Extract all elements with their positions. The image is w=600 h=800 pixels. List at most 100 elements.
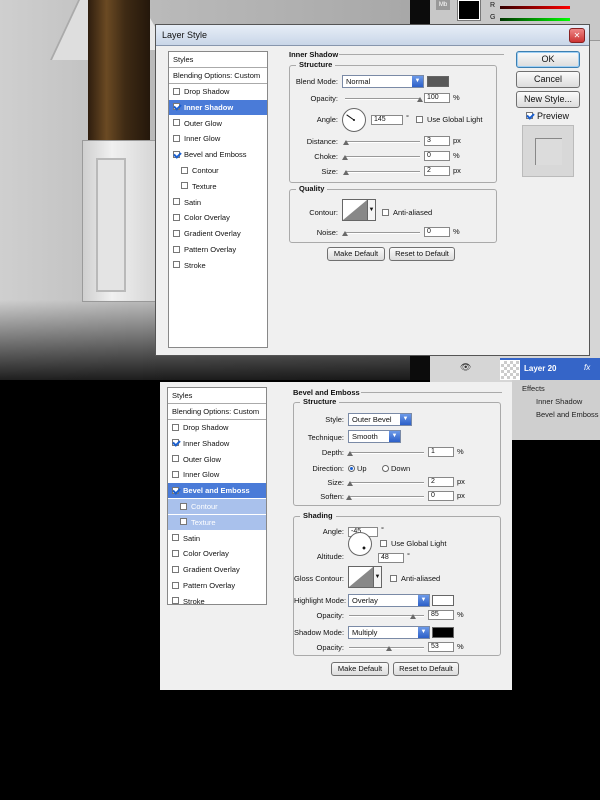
- style-item-drop-shadow[interactable]: Drop Shadow: [168, 420, 266, 435]
- style-item-bevel-and-emboss[interactable]: Bevel and Emboss: [168, 483, 266, 499]
- checkbox-icon[interactable]: [173, 213, 180, 221]
- highlight-opacity-input[interactable]: 85: [428, 610, 454, 620]
- distance-slider-track[interactable]: [345, 141, 420, 143]
- style-item-pattern-overlay[interactable]: Pattern Overlay: [168, 578, 266, 593]
- layer-visibility-eye-icon[interactable]: 👁: [460, 362, 471, 373]
- size-slider-thumb[interactable]: [346, 481, 353, 486]
- checkbox-icon[interactable]: [173, 198, 180, 206]
- depth-slider-track[interactable]: [349, 452, 424, 454]
- ok-button[interactable]: OK: [516, 51, 580, 68]
- size-input[interactable]: 2: [428, 477, 454, 487]
- distance-slider-thumb[interactable]: [342, 140, 349, 145]
- reset-to-default-button[interactable]: Reset to Default: [389, 247, 455, 261]
- style-item-satin[interactable]: Satin: [169, 195, 267, 210]
- shadow-color-swatch[interactable]: [427, 76, 449, 87]
- choke-input[interactable]: 0: [424, 151, 450, 161]
- style-item-styles[interactable]: Styles: [168, 388, 266, 404]
- effect-inner-shadow[interactable]: Inner Shadow: [536, 397, 582, 406]
- choke-slider-track[interactable]: [345, 156, 420, 158]
- checkbox-icon[interactable]: [172, 565, 179, 573]
- preview-checkbox[interactable]: Preview: [526, 111, 569, 121]
- checkbox-icon[interactable]: [172, 423, 179, 431]
- reset-to-default-button[interactable]: Reset to Default: [393, 662, 459, 676]
- style-item-bevel-and-emboss[interactable]: Bevel and Emboss: [169, 147, 267, 162]
- checkbox-icon[interactable]: [172, 581, 179, 589]
- style-item-inner-shadow[interactable]: Inner Shadow: [169, 99, 267, 115]
- opacity-input[interactable]: 100: [424, 93, 450, 103]
- style-item-stroke[interactable]: Stroke: [169, 258, 267, 273]
- shading-angle-dial[interactable]: [348, 532, 372, 556]
- altitude-input[interactable]: 48: [378, 553, 404, 563]
- use-global-light-checkbox[interactable]: Use Global Light: [416, 115, 482, 124]
- direction-down-radio[interactable]: Down: [382, 464, 410, 473]
- bevel-style-select[interactable]: Outer Bevel ▼: [348, 413, 412, 426]
- soften-input[interactable]: 0: [428, 491, 454, 501]
- make-default-button[interactable]: Make Default: [327, 247, 385, 261]
- checkbox-checked-icon[interactable]: [173, 150, 180, 158]
- effect-bevel-emboss[interactable]: Bevel and Emboss: [536, 410, 599, 419]
- contour-dropdown-icon[interactable]: ▼: [368, 199, 376, 221]
- opacity-slider-thumb[interactable]: [417, 97, 423, 102]
- technique-select[interactable]: Smooth ▼: [348, 430, 401, 443]
- checkbox-icon[interactable]: [173, 245, 180, 253]
- style-item-inner-glow[interactable]: Inner Glow: [169, 131, 267, 146]
- checkbox-icon[interactable]: [173, 119, 180, 127]
- dialog-titlebar[interactable]: Layer Style ✕: [156, 25, 589, 46]
- checkbox-icon[interactable]: [173, 229, 180, 237]
- checkbox-icon[interactable]: [172, 534, 179, 542]
- style-item-texture[interactable]: Texture: [169, 179, 267, 194]
- angle-dial[interactable]: [342, 108, 366, 132]
- style-item-pattern-overlay[interactable]: Pattern Overlay: [169, 242, 267, 257]
- new-style-button[interactable]: New Style...: [516, 91, 580, 108]
- style-item-inner-shadow[interactable]: Inner Shadow: [168, 436, 266, 451]
- style-item-color-overlay[interactable]: Color Overlay: [168, 546, 266, 561]
- checkbox-icon[interactable]: [172, 470, 179, 478]
- shadow-opacity-input[interactable]: 53: [428, 642, 454, 652]
- choke-slider-thumb[interactable]: [342, 155, 348, 160]
- red-channel-slider[interactable]: [500, 6, 570, 9]
- style-item-contour[interactable]: Contour: [168, 499, 266, 514]
- style-item-outer-glow[interactable]: Outer Glow: [168, 452, 266, 467]
- checkbox-icon[interactable]: [181, 182, 188, 190]
- style-item-contour[interactable]: Contour: [169, 163, 267, 178]
- noise-input[interactable]: 0: [424, 227, 450, 237]
- shading-global-light-checkbox[interactable]: Use Global Light: [380, 539, 446, 548]
- checkbox-icon[interactable]: [172, 597, 179, 605]
- checkbox-icon[interactable]: [180, 518, 187, 526]
- style-item-drop-shadow[interactable]: Drop Shadow: [169, 84, 267, 99]
- style-item-color-overlay[interactable]: Color Overlay: [169, 210, 267, 225]
- opacity-slider-track[interactable]: [345, 98, 420, 100]
- checkbox-checked-icon[interactable]: [172, 486, 179, 494]
- cancel-button[interactable]: Cancel: [516, 71, 580, 88]
- style-item-blending-options-custom[interactable]: Blending Options: Custom: [169, 68, 267, 84]
- style-item-outer-glow[interactable]: Outer Glow: [169, 116, 267, 131]
- soften-slider-thumb[interactable]: [346, 495, 352, 500]
- checkbox-icon[interactable]: [181, 166, 188, 174]
- gloss-contour-picker[interactable]: [348, 566, 374, 588]
- foreground-color-swatch[interactable]: [457, 0, 481, 21]
- direction-up-radio[interactable]: Up: [348, 464, 367, 473]
- highlight-opacity-slider-thumb[interactable]: [409, 614, 416, 619]
- checkbox-icon[interactable]: [180, 502, 187, 510]
- contour-picker[interactable]: [342, 199, 368, 221]
- depth-input[interactable]: 1: [428, 447, 454, 457]
- checkbox-icon[interactable]: [172, 549, 179, 557]
- make-default-button[interactable]: Make Default: [331, 662, 389, 676]
- checkbox-checked-icon[interactable]: [173, 103, 180, 111]
- style-item-inner-glow[interactable]: Inner Glow: [168, 467, 266, 482]
- checkbox-icon[interactable]: [173, 134, 180, 142]
- style-item-styles[interactable]: Styles: [169, 52, 267, 68]
- green-channel-slider[interactable]: [500, 18, 570, 21]
- checkbox-icon[interactable]: [173, 261, 180, 269]
- close-icon[interactable]: ✕: [569, 28, 585, 43]
- noise-slider-thumb[interactable]: [342, 231, 348, 236]
- distance-input[interactable]: 3: [424, 136, 450, 146]
- checkbox-icon[interactable]: [172, 455, 179, 463]
- gloss-contour-dropdown-icon[interactable]: ▼: [374, 566, 382, 588]
- blend-mode-select[interactable]: Normal ▼: [342, 75, 424, 88]
- size-slider-thumb[interactable]: [342, 170, 349, 175]
- style-item-texture[interactable]: Texture: [168, 514, 266, 530]
- size-input[interactable]: 2: [424, 166, 450, 176]
- soften-slider-track[interactable]: [349, 496, 424, 498]
- style-item-blending-options-custom[interactable]: Blending Options: Custom: [168, 404, 266, 420]
